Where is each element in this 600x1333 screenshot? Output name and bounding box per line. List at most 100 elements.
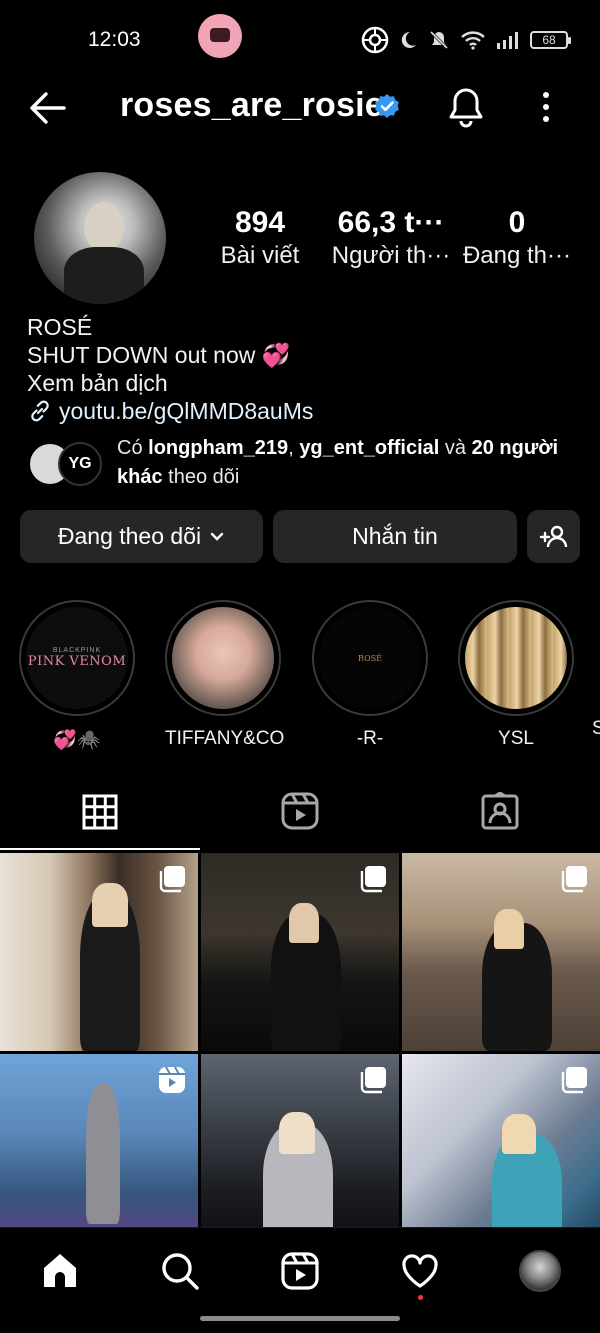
wifi-icon [461,31,485,50]
stat-followers[interactable]: 66,3 t··· Người th··· [326,205,456,271]
nav-search[interactable] [140,1246,220,1296]
profile-stats: 894 Bài viết 66,3 t··· Người th··· 0 Đan… [200,205,590,275]
highlight-cover-big: PINK VENOM [27,654,127,669]
nav-home[interactable] [20,1246,100,1296]
followed-user-2[interactable]: yg_ent_official [299,437,439,459]
mute-icon [429,30,449,50]
heart-icon [402,1254,438,1288]
multiple-posts-icon [360,866,386,893]
multiple-posts-icon [561,866,587,893]
signal-icon [497,32,518,49]
stat-following-value: 0 [508,206,526,239]
app-notification-icon [198,14,242,58]
post-thumbnail[interactable] [201,853,399,1051]
highlight-item[interactable]: ROSÉ -R- [312,600,428,750]
chevron-down-icon [210,532,224,541]
multiple-posts-icon [360,1067,386,1094]
more-vertical-icon[interactable] [536,90,556,126]
yg-logo: YG [68,455,92,472]
message-button[interactable]: Nhắn tin [273,510,517,563]
stat-followers-label: Người th··· [331,242,451,269]
arrow-left-icon[interactable] [26,88,68,128]
bio-link-text: youtu.be/gQlMMD8auMs [59,398,314,424]
bio-link[interactable]: youtu.be/gQlMMD8auMs [27,397,587,425]
following-button-label: Đang theo dõi [57,523,202,549]
battery-icon: 68 [530,31,571,49]
profile-username: roses_are_rosie [120,86,384,124]
notification-dot [417,1295,423,1300]
multiple-posts-icon [159,866,185,893]
nav-reels[interactable] [260,1246,340,1296]
highlight-label: TIFFANY&CO [165,728,285,749]
highlight-label: YSL [498,728,534,749]
add-user-icon [539,525,567,547]
stat-posts[interactable]: 894 Bài viết [218,205,302,271]
highlight-label: 💞🕷️ [53,730,101,751]
highlight-cover: BLACKPINK PINK VENOM [19,600,135,716]
followed-suffix: theo dõi [168,466,240,488]
followed-by[interactable]: YG Có longpham_219, yg_ent_official và 2… [28,434,588,494]
reels-icon [281,792,319,830]
message-button-label: Nhắn tin [352,523,438,549]
profile-tabs [0,776,600,850]
bio-text: SHUT DOWN out now 💞 [27,342,291,368]
nav-activity[interactable] [380,1246,460,1300]
profile-header: roses_are_rosie [0,80,600,136]
highlight-item[interactable]: TIFFANY&CO [165,600,285,750]
profile-bio: ROSÉ SHUT DOWN out now 💞 Xem bản dịch yo… [27,313,587,425]
followed-conj: và [444,437,467,459]
highlight-label: S [592,718,600,739]
reels-icon [281,1252,319,1290]
status-bar: 12:03 68 [0,0,600,80]
followed-user-1[interactable]: longpham_219 [148,437,288,459]
reel-icon [159,1066,185,1093]
home-indicator[interactable] [200,1316,400,1321]
highlight-cover-small: BLACKPINK [52,647,102,654]
post-thumbnail[interactable] [201,1054,399,1227]
stat-following[interactable]: 0 Đang th··· [458,205,576,271]
search-icon [162,1253,199,1290]
story-highlights: BLACKPINK PINK VENOM 💞🕷️ TIFFANY&CO ROSÉ… [0,600,600,752]
post-thumbnail[interactable] [402,853,600,1051]
profile-avatar[interactable] [34,172,166,304]
highlight-item[interactable]: BLACKPINK PINK VENOM 💞🕷️ [19,600,135,752]
followed-others[interactable]: 20 người [472,437,559,459]
stat-posts-value: 894 [234,206,286,239]
followed-prefix: Có [117,437,143,459]
highlight-cover: ROSÉ [312,600,428,716]
following-button[interactable]: Đang theo dõi [20,510,263,563]
followed-others-2[interactable]: khác [117,466,163,488]
post-thumbnail[interactable] [0,853,198,1051]
highlight-label: -R- [356,728,384,749]
link-icon [31,400,49,422]
highlight-cover [165,600,281,716]
translate-link[interactable]: Xem bản dịch [27,369,587,397]
multiple-posts-icon [561,1067,587,1094]
stat-followers-value: 66,3 t··· [337,206,445,239]
moon-icon [401,31,416,48]
tab-reels[interactable] [200,776,400,846]
highlight-item[interactable]: YSL [458,600,574,750]
home-icon [44,1254,76,1287]
profile-avatar-small [519,1250,561,1292]
highlight-cover [458,600,574,716]
tab-tagged[interactable] [400,776,600,846]
add-user-button[interactable] [527,510,580,563]
stat-posts-label: Bài viết [220,242,300,269]
verified-badge-icon [375,94,399,118]
bell-icon[interactable] [446,86,486,128]
nav-profile[interactable] [500,1246,580,1296]
tagged-icon [481,792,519,830]
follower-avatar-yg: YG [58,442,102,486]
followed-by-text: Có longpham_219, yg_ent_official và 20 n… [117,437,559,488]
status-time: 12:03 [88,28,141,51]
post-thumbnail[interactable] [0,1054,198,1227]
post-thumbnail[interactable] [402,1054,600,1227]
highlight-item[interactable]: S [592,600,600,740]
tab-posts[interactable] [0,776,200,850]
grid-icon [82,794,118,830]
stat-following-label: Đang th··· [462,242,572,269]
status-icons: 68 [360,22,571,58]
highlight-cover-text: ROSÉ [358,653,382,663]
posts-grid [0,853,600,1227]
